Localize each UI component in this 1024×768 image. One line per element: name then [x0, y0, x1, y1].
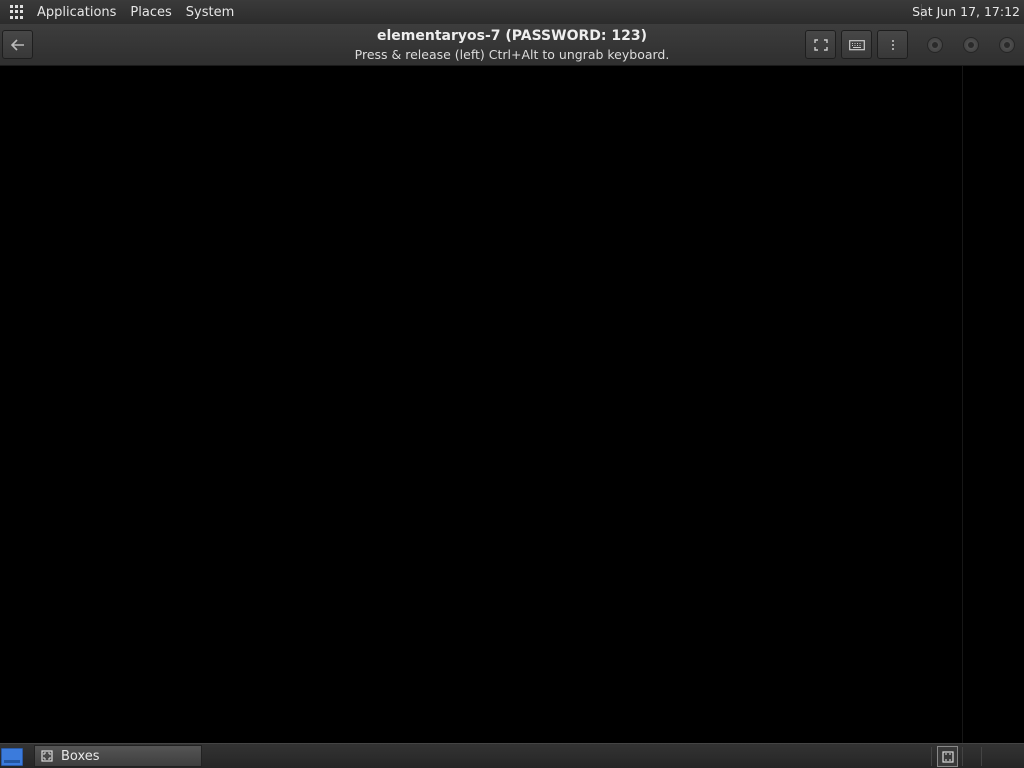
- minimize-icon[interactable]: [927, 37, 943, 53]
- places-menu[interactable]: Places: [123, 5, 178, 20]
- keyboard-button[interactable]: [841, 30, 872, 59]
- tray-separator: [962, 747, 963, 766]
- show-desktop-icon[interactable]: [1, 748, 23, 766]
- top-panel: Applications Places System Sat Jun 17, 1…: [0, 0, 1024, 24]
- fullscreen-icon: [813, 38, 828, 51]
- vertical-dots-icon: [891, 39, 894, 50]
- boxes-tray-icon[interactable]: [937, 746, 958, 767]
- system-menu[interactable]: System: [179, 5, 241, 20]
- applications-menu[interactable]: Applications: [30, 5, 123, 20]
- display-edge: [962, 66, 963, 743]
- back-button[interactable]: [2, 30, 33, 59]
- tray-separator: [931, 747, 932, 766]
- fullscreen-button[interactable]: [805, 30, 836, 59]
- taskbar-item-label: Boxes: [61, 748, 100, 764]
- boxes-app-icon: [41, 750, 53, 762]
- arrow-left-icon: [10, 38, 24, 51]
- vm-display[interactable]: [0, 66, 1024, 743]
- taskbar-item-boxes[interactable]: Boxes: [34, 745, 202, 767]
- close-icon[interactable]: [999, 37, 1015, 53]
- menu-button[interactable]: [877, 30, 908, 59]
- boxes-app-icon: [941, 750, 954, 763]
- tray-separator: [981, 747, 982, 766]
- keyboard-icon: [848, 39, 865, 50]
- clock[interactable]: Sat Jun 17, 17:12: [912, 4, 1020, 19]
- boxes-header-bar: elementaryos-7 (PASSWORD: 123) Press & r…: [0, 24, 1024, 66]
- maximize-icon[interactable]: [963, 37, 979, 53]
- apps-grid-icon[interactable]: [10, 5, 24, 19]
- bottom-panel: Boxes: [0, 743, 1024, 768]
